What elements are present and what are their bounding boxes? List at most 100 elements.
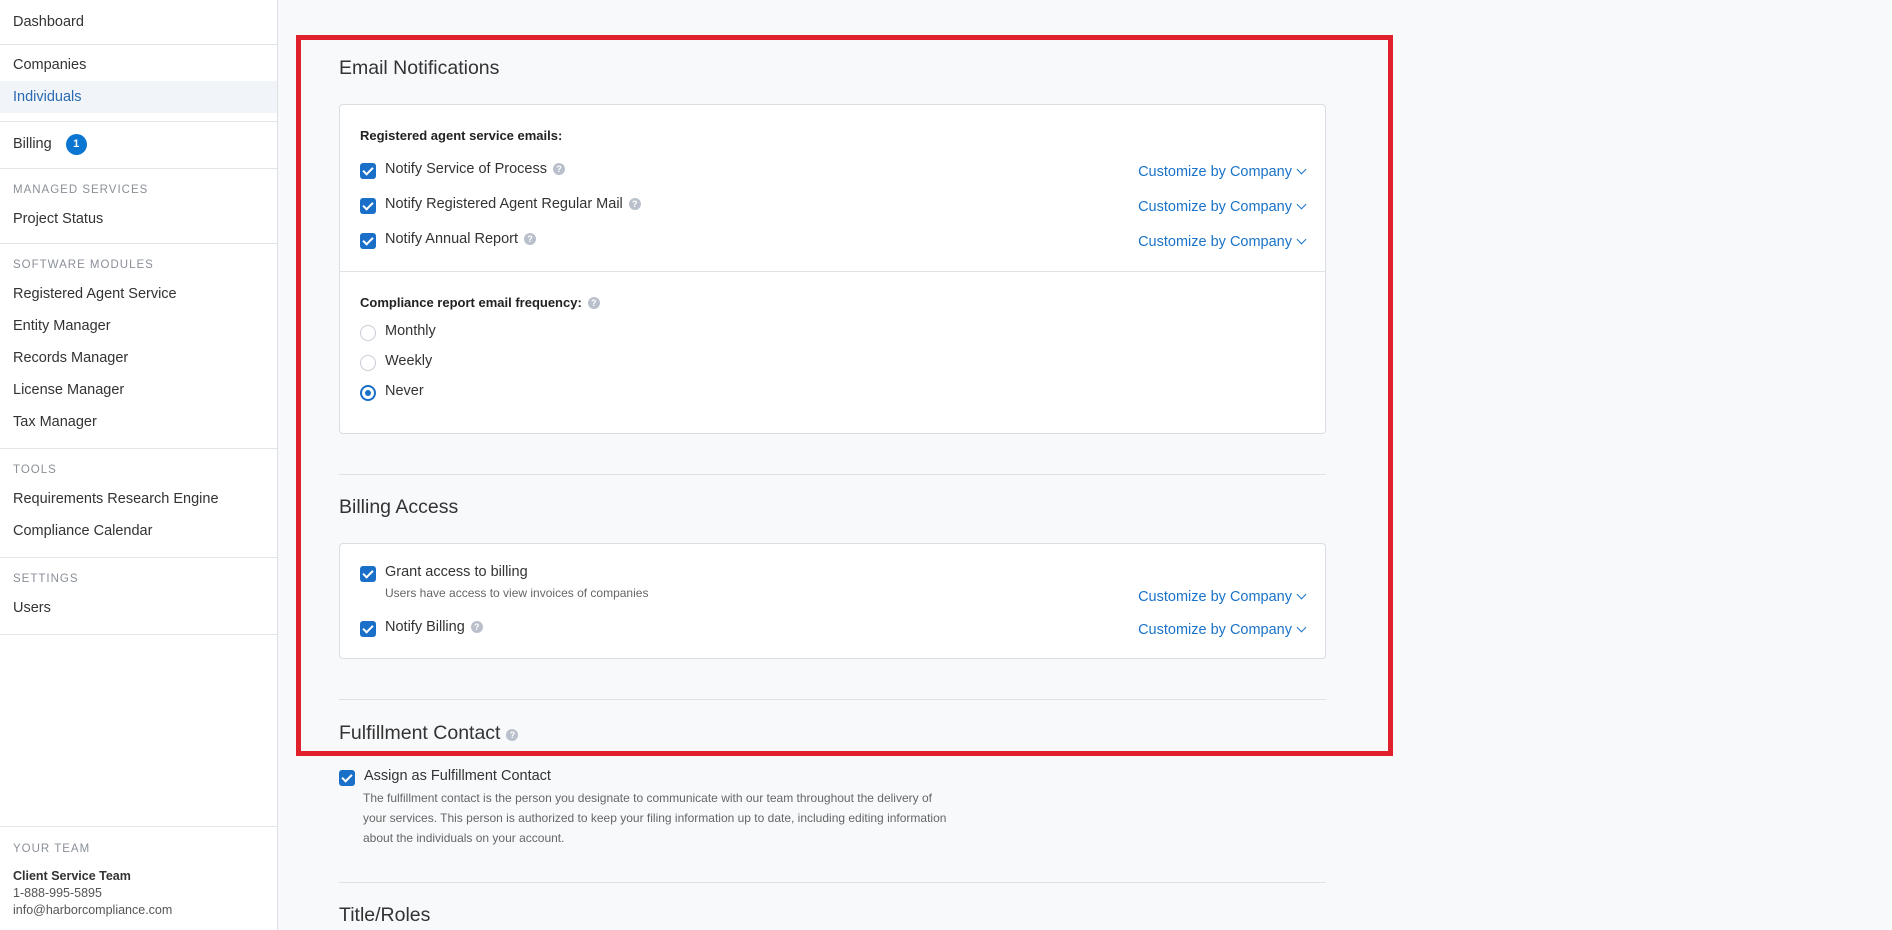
notify-billing-checkbox[interactable] xyxy=(360,621,376,637)
frequency-option-monthly[interactable]: Monthly xyxy=(360,323,1305,343)
radio-label-monthly: Monthly xyxy=(385,323,436,339)
sidebar-item-entity-manager[interactable]: Entity Manager xyxy=(0,310,277,342)
sidebar-item-project-status[interactable]: Project Status xyxy=(0,203,277,235)
fulfillment-contact-title: Fulfillment Contact? xyxy=(339,722,519,745)
notify-annual-report-row: Notify Annual Report? Customize by Compa… xyxy=(360,231,1307,251)
customize-by-company-button[interactable]: Customize by Company xyxy=(1138,234,1307,250)
title-roles-title: Title/Roles xyxy=(339,904,431,926)
customize-label: Customize by Company xyxy=(1138,199,1292,215)
frequency-option-weekly[interactable]: Weekly xyxy=(360,353,1305,373)
fulfillment-description-line: your services. This person is authorized… xyxy=(363,811,947,825)
fulfillment-description-line: The fulfillment contact is the person yo… xyxy=(363,791,932,805)
chevron-down-icon xyxy=(1296,622,1307,633)
section-divider xyxy=(339,882,1326,883)
help-icon[interactable]: ? xyxy=(587,297,600,309)
fulfillment-title-text: Fulfillment Contact xyxy=(339,722,501,744)
notify-ra-regular-mail-checkbox[interactable] xyxy=(360,198,376,214)
main-content: Email Notifications Registered agent ser… xyxy=(279,0,1892,930)
notify-billing-row: Notify Billing? Customize by Company xyxy=(360,619,1307,639)
customize-by-company-button[interactable]: Customize by Company xyxy=(1138,622,1307,638)
chevron-down-icon xyxy=(1296,199,1307,210)
sidebar-item-users[interactable]: Users xyxy=(0,592,277,624)
assign-fulfillment-label: Assign as Fulfillment Contact xyxy=(364,768,551,784)
sidebar-group-settings: SETTINGS xyxy=(13,573,79,585)
sidebar-divider xyxy=(0,634,277,635)
fulfillment-description: The fulfillment contact is the person yo… xyxy=(363,788,1003,848)
sidebar-divider xyxy=(0,243,277,244)
radio-never[interactable] xyxy=(360,385,376,401)
assign-fulfillment-checkbox[interactable] xyxy=(339,770,355,786)
sidebar-item-compliance-calendar[interactable]: Compliance Calendar xyxy=(0,515,277,547)
notify-service-of-process-row: Notify Service of Process? Customize by … xyxy=(360,161,1307,181)
customize-label: Customize by Company xyxy=(1138,622,1292,638)
notify-ra-regular-mail-row: Notify Registered Agent Regular Mail? Cu… xyxy=(360,196,1307,216)
sidebar-divider xyxy=(0,448,277,449)
row-label-text: Notify Annual Report xyxy=(385,231,518,247)
customize-by-company-button[interactable]: Customize by Company xyxy=(1138,589,1307,605)
notify-service-of-process-checkbox[interactable] xyxy=(360,163,376,179)
chevron-down-icon xyxy=(1296,164,1307,175)
customize-label: Customize by Company xyxy=(1138,234,1292,250)
team-name: Client Service Team xyxy=(13,869,131,883)
section-divider xyxy=(339,699,1326,700)
ra-emails-heading: Registered agent service emails: xyxy=(360,128,563,143)
notify-annual-report-label: Notify Annual Report? xyxy=(385,231,536,247)
sidebar-item-license-manager[interactable]: License Manager xyxy=(0,374,277,406)
sidebar-item-requirements-research-engine[interactable]: Requirements Research Engine xyxy=(0,483,277,515)
help-icon[interactable]: ? xyxy=(506,729,519,741)
your-team-label: YOUR TEAM xyxy=(13,843,91,855)
card-divider xyxy=(340,271,1325,272)
grant-billing-row: Grant access to billing xyxy=(360,564,1305,584)
customize-by-company-button[interactable]: Customize by Company xyxy=(1138,164,1307,180)
sidebar-group-tools: TOOLS xyxy=(13,464,57,476)
sidebar-group-software-modules: SOFTWARE MODULES xyxy=(13,259,154,271)
email-notifications-title: Email Notifications xyxy=(339,57,500,79)
assign-fulfillment-row: Assign as Fulfillment Contact xyxy=(339,768,1039,788)
row-label-text: Notify Registered Agent Regular Mail xyxy=(385,196,623,212)
help-icon[interactable]: ? xyxy=(524,233,536,245)
grant-billing-customize-row: Customize by Company xyxy=(360,586,1307,606)
sidebar-item-registered-agent-service[interactable]: Registered Agent Service xyxy=(0,278,277,310)
billing-access-card: Grant access to billing Users have acces… xyxy=(339,543,1326,659)
sidebar-item-individuals[interactable]: Individuals xyxy=(0,81,277,113)
email-notifications-card: Registered agent service emails: Notify … xyxy=(339,104,1326,434)
team-email[interactable]: info@harborcompliance.com xyxy=(13,903,265,917)
compliance-frequency-heading: Compliance report email frequency:? xyxy=(360,295,600,310)
radio-label-weekly: Weekly xyxy=(385,353,433,369)
notify-ra-regular-mail-label: Notify Registered Agent Regular Mail? xyxy=(385,196,641,212)
customize-label: Customize by Company xyxy=(1138,589,1292,605)
radio-monthly[interactable] xyxy=(360,325,376,341)
chevron-down-icon xyxy=(1296,234,1307,245)
sidebar-item-dashboard[interactable]: Dashboard xyxy=(0,6,277,38)
frequency-option-never[interactable]: Never xyxy=(360,383,1305,403)
chevron-down-icon xyxy=(1296,589,1307,600)
your-team-panel: YOUR TEAM Client Service Team 1-888-995-… xyxy=(0,826,278,920)
sidebar: Dashboard Companies Individuals Billing … xyxy=(0,0,278,930)
grant-billing-label: Grant access to billing xyxy=(385,564,528,580)
grant-billing-checkbox[interactable] xyxy=(360,566,376,582)
frequency-heading-text: Compliance report email frequency: xyxy=(360,295,582,310)
sidebar-divider xyxy=(0,168,277,169)
customize-by-company-button[interactable]: Customize by Company xyxy=(1138,199,1307,215)
notify-service-of-process-label: Notify Service of Process? xyxy=(385,161,565,177)
notify-annual-report-checkbox[interactable] xyxy=(360,233,376,249)
team-phone[interactable]: 1-888-995-5895 xyxy=(13,886,265,900)
notify-billing-label: Notify Billing? xyxy=(385,619,483,635)
sidebar-item-tax-manager[interactable]: Tax Manager xyxy=(0,406,277,438)
help-icon[interactable]: ? xyxy=(470,621,483,633)
radio-label-never: Never xyxy=(385,383,424,399)
sidebar-item-label: Billing xyxy=(13,136,52,152)
sidebar-item-records-manager[interactable]: Records Manager xyxy=(0,342,277,374)
help-icon[interactable]: ? xyxy=(552,163,565,175)
fulfillment-description-line: about the individuals on your account. xyxy=(363,831,565,845)
billing-access-title: Billing Access xyxy=(339,496,459,518)
sidebar-item-companies[interactable]: Companies xyxy=(0,49,277,81)
sidebar-item-billing[interactable]: Billing 1 xyxy=(0,128,277,160)
row-label-text: Notify Service of Process xyxy=(385,161,547,177)
customize-label: Customize by Company xyxy=(1138,164,1292,180)
radio-weekly[interactable] xyxy=(360,355,376,371)
help-icon[interactable]: ? xyxy=(628,198,641,210)
row-label-text: Notify Billing xyxy=(385,619,465,635)
sidebar-divider xyxy=(0,557,277,558)
sidebar-group-managed-services: MANAGED SERVICES xyxy=(13,184,149,196)
